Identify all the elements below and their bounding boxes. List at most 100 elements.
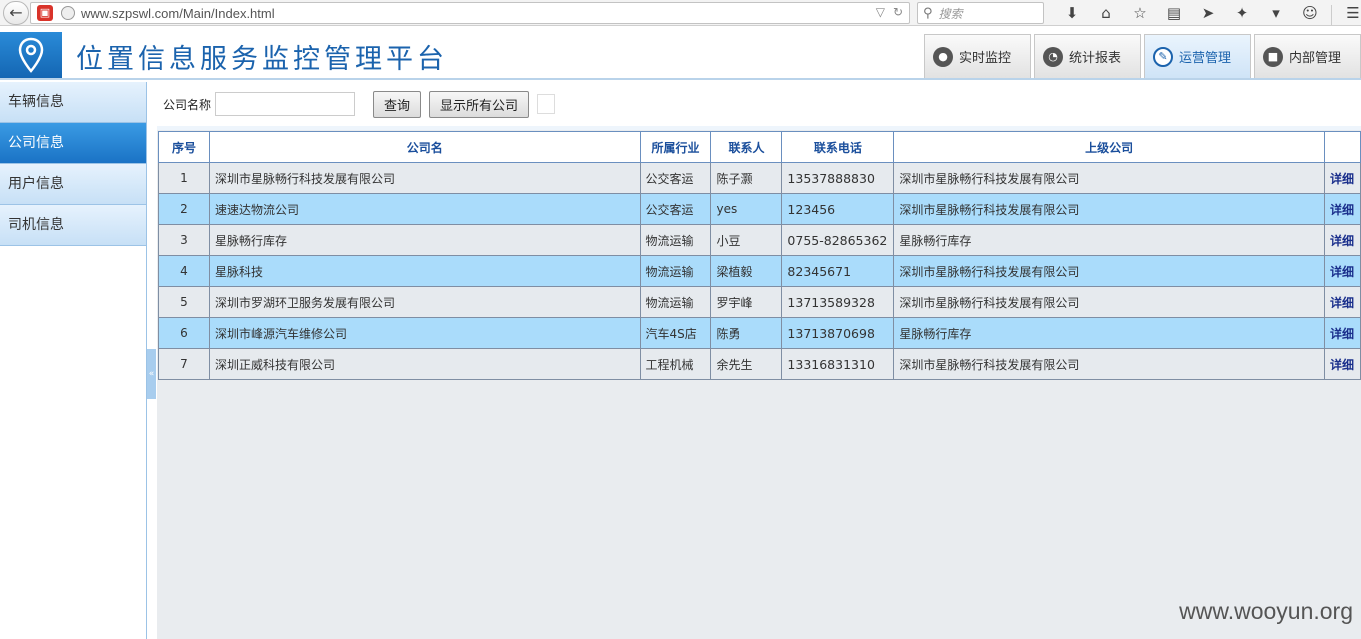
detail-link[interactable]: 详细: [1330, 327, 1354, 341]
sidebar-item-users[interactable]: 用户信息: [0, 164, 146, 205]
cell-action: 详细: [1323, 286, 1361, 318]
tab-realtime-monitor[interactable]: ● 实时监控: [924, 34, 1031, 78]
cell-action: 详细: [1323, 162, 1361, 194]
tab-label: 运营管理: [1179, 51, 1232, 66]
menu-icon[interactable]: ☰: [1336, 3, 1361, 23]
table-row[interactable]: 1 深圳市星脉畅行科技发展有限公司 公交客运 陈子灏 13537888830 深…: [158, 162, 1361, 194]
cell-phone: 0755-82865362: [781, 224, 895, 256]
cell-parent: 星脉畅行库存: [893, 317, 1325, 349]
browser-search-input[interactable]: ⚲ 搜索: [917, 2, 1044, 24]
cell-parent: 深圳市星脉畅行科技发展有限公司: [893, 348, 1325, 380]
cell-phone: 13713870698: [781, 317, 895, 349]
column-header-parent[interactable]: 上级公司: [893, 131, 1325, 163]
cell-action: 详细: [1323, 255, 1361, 287]
cell-phone: 13713589328: [781, 286, 895, 318]
detail-link[interactable]: 详细: [1330, 358, 1354, 372]
company-name-label: 公司名称: [163, 97, 212, 112]
column-header-name[interactable]: 公司名: [208, 131, 641, 163]
table-row[interactable]: 7 深圳正威科技有限公司 工程机械 余先生 13316831310 深圳市星脉畅…: [158, 348, 1361, 380]
cell-industry: 工程机械: [639, 348, 712, 380]
detail-link[interactable]: 详细: [1330, 296, 1354, 310]
cell-phone: 13316831310: [781, 348, 895, 380]
cell-action: 详细: [1323, 224, 1361, 256]
home-icon[interactable]: ⌂: [1089, 3, 1123, 23]
cell-no: 7: [158, 348, 210, 380]
extension-icon[interactable]: ✦: [1225, 3, 1259, 23]
bookmark-star-icon[interactable]: ☆: [1123, 3, 1157, 23]
tab-operations-management[interactable]: ✎ 运营管理: [1144, 34, 1251, 78]
cell-parent: 深圳市星脉畅行科技发展有限公司: [893, 286, 1325, 318]
detail-link[interactable]: 详细: [1330, 203, 1354, 217]
detail-link[interactable]: 详细: [1330, 172, 1354, 186]
tab-statistics-report[interactable]: ◔ 统计报表: [1034, 34, 1141, 78]
tab-internal-management[interactable]: ■ 内部管理: [1254, 34, 1361, 78]
table-row[interactable]: 3 星脉畅行库存 物流运输 小豆 0755-82865362 星脉畅行库存 详细: [158, 224, 1361, 256]
main-content: 公司名称 查询 显示所有公司 序号 公司名 所属行业 联系人 联系电话 上级公司…: [157, 82, 1361, 639]
cell-name: 深圳正威科技有限公司: [208, 348, 641, 380]
cell-phone: 13537888830: [781, 162, 895, 194]
cell-parent: 星脉畅行库存: [893, 224, 1325, 256]
company-name-input[interactable]: [215, 92, 356, 116]
tab-label: 内部管理: [1289, 51, 1342, 66]
cell-phone: 82345671: [781, 255, 895, 287]
detail-link[interactable]: 详细: [1330, 265, 1354, 279]
column-header-contact[interactable]: 联系人: [710, 131, 783, 163]
cell-no: 1: [158, 162, 210, 194]
sidebar-item-vehicles[interactable]: 车辆信息: [0, 82, 146, 123]
cell-no: 6: [158, 317, 210, 349]
cell-industry: 汽车4S店: [639, 317, 712, 349]
cell-contact: yes: [710, 193, 783, 225]
cell-name: 深圳市峰源汽车维修公司: [208, 317, 641, 349]
sidebar: 车辆信息 公司信息 用户信息 司机信息: [0, 82, 147, 639]
cell-name: 星脉畅行库存: [208, 224, 641, 256]
cell-industry: 物流运输: [639, 224, 712, 256]
cell-parent: 深圳市星脉畅行科技发展有限公司: [893, 255, 1325, 287]
chat-icon[interactable]: ☺: [1293, 3, 1327, 23]
extension-menu-icon[interactable]: ▾: [1259, 3, 1293, 23]
cell-contact: 梁植毅: [710, 255, 783, 287]
show-all-companies-button[interactable]: 显示所有公司: [429, 90, 530, 118]
cell-name: 深圳市星脉畅行科技发展有限公司: [208, 162, 641, 194]
main-tabs: ● 实时监控 ◔ 统计报表 ✎ 运营管理 ■ 内部管理: [924, 34, 1361, 78]
dropdown-arrow-icon[interactable]: ▽: [876, 5, 885, 19]
back-button[interactable]: ←: [3, 0, 29, 25]
send-icon[interactable]: ➤: [1191, 3, 1225, 23]
query-button[interactable]: 查询: [373, 90, 422, 118]
page-title: 位置信息服务监控管理平台: [76, 44, 448, 75]
cell-phone: 123456: [781, 193, 895, 225]
cell-name: 速速达物流公司: [208, 193, 641, 225]
cell-industry: 物流运输: [639, 255, 712, 287]
search-icon: ⚲: [923, 5, 933, 21]
table-row[interactable]: 4 星脉科技 物流运输 梁植毅 82345671 深圳市星脉畅行科技发展有限公司…: [158, 255, 1361, 287]
cell-industry: 公交客运: [639, 162, 712, 194]
column-header-industry[interactable]: 所属行业: [639, 131, 712, 163]
cell-no: 2: [158, 193, 210, 225]
table-row[interactable]: 6 深圳市峰源汽车维修公司 汽车4S店 陈勇 13713870698 星脉畅行库…: [158, 317, 1361, 349]
cell-contact: 余先生: [710, 348, 783, 380]
back-arrow-icon: ←: [9, 3, 23, 22]
blank-box: [537, 94, 556, 114]
cell-no: 3: [158, 224, 210, 256]
filter-divider: [157, 126, 1361, 130]
sidebar-item-companies[interactable]: 公司信息: [0, 123, 146, 164]
table-row[interactable]: 5 深圳市罗湖环卫服务发展有限公司 物流运输 罗宇峰 13713589328 深…: [158, 286, 1361, 318]
address-bar[interactable]: ▣ www.szpswl.com/Main/Index.html ▽ ↻: [30, 2, 910, 24]
detail-link[interactable]: 详细: [1330, 234, 1354, 248]
pie-chart-icon: ◔: [1043, 46, 1063, 67]
cell-contact: 陈子灏: [710, 162, 783, 194]
reload-icon[interactable]: ↻: [893, 5, 903, 19]
download-icon[interactable]: ⬇: [1055, 3, 1089, 23]
column-header-phone[interactable]: 联系电话: [781, 131, 895, 163]
watermark-text: www.wooyun.org: [1179, 598, 1353, 624]
browser-toolbar: ← ▣ www.szpswl.com/Main/Index.html ▽ ↻ ⚲…: [0, 0, 1361, 26]
column-header-no[interactable]: 序号: [158, 131, 210, 163]
reading-list-icon[interactable]: ▤: [1157, 3, 1191, 23]
cell-action: 详细: [1323, 317, 1361, 349]
table-row[interactable]: 2 速速达物流公司 公交客运 yes 123456 深圳市星脉畅行科技发展有限公…: [158, 193, 1361, 225]
cell-industry: 物流运输: [639, 286, 712, 318]
sidebar-item-drivers[interactable]: 司机信息: [0, 205, 146, 246]
sidebar-collapse-handle[interactable]: «: [147, 349, 156, 399]
cell-no: 5: [158, 286, 210, 318]
clipboard-icon: ■: [1263, 46, 1283, 67]
app-header: 位置信息服务监控管理平台 ● 实时监控 ◔ 统计报表 ✎ 运营管理 ■ 内部管理: [0, 32, 1361, 80]
